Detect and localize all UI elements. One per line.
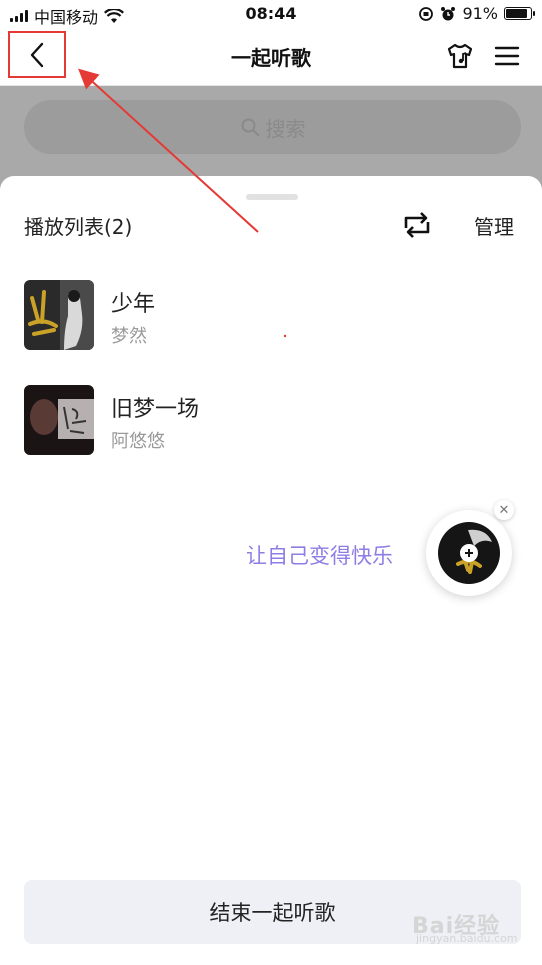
album-cover [24,280,94,350]
status-bar: 中国移动 08:44 91% [0,0,542,28]
skin-button[interactable] [445,41,475,71]
mini-player[interactable] [426,510,512,596]
watermark-logo: Bai经验 jingyan.baidu.com [412,902,542,962]
alarm-icon [441,6,456,20]
promo-slogan[interactable]: 让自己变得快乐 [246,540,393,570]
menu-icon [494,46,520,66]
tshirt-icon [447,43,473,69]
song-title: 少年 [111,292,156,317]
status-right: 91% [418,4,535,23]
list-item[interactable]: 少年 梦然 [24,280,514,350]
search-icon [241,118,259,137]
menu-button[interactable] [492,41,522,71]
disc-icon [438,522,500,584]
song-artist: 阿悠悠 [111,431,165,452]
nav-bar: 一起听歌 [0,28,542,86]
battery-percent: 91% [462,4,498,23]
song-artist: 梦然 [111,326,147,347]
album-cover [24,385,94,455]
list-item[interactable]: 旧梦一场 阿悠悠 [24,385,514,455]
repeat-icon [404,212,430,238]
battery-icon [504,7,535,20]
repeat-button[interactable] [398,206,436,244]
song-title: 旧梦一场 [111,397,200,422]
manage-button[interactable]: 管理 [474,211,514,240]
search-bar[interactable]: 搜索 [24,100,521,154]
search-placeholder: 搜索 [265,116,306,141]
battery-level [506,9,527,18]
orientation-lock-icon [419,6,434,21]
playlist-title: 播放列表(2) [24,215,133,239]
drag-handle[interactable] [246,194,298,200]
close-icon[interactable]: ✕ [494,500,514,520]
watermark-url: jingyan.baidu.com [416,932,518,945]
